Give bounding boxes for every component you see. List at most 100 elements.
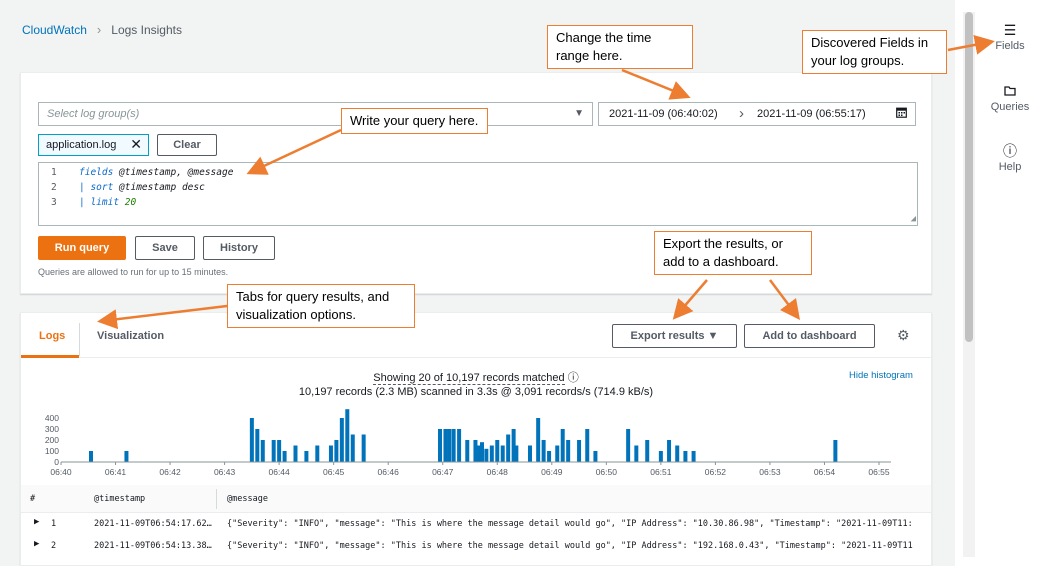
histogram-bar[interactable]	[350, 434, 355, 463]
histogram-bar[interactable]	[514, 445, 519, 463]
remove-token-close-icon[interactable]: ✕	[130, 136, 142, 153]
tab-logs[interactable]: Logs	[39, 330, 65, 342]
scrollbar-thumb[interactable]	[965, 12, 973, 342]
query-editor[interactable]: 1 fields @timestamp, @message 2 | sort @…	[38, 162, 918, 226]
histogram-bar[interactable]	[585, 429, 590, 462]
clear-button[interactable]: Clear	[157, 134, 217, 156]
histogram-bar[interactable]	[451, 429, 456, 462]
x-tick-label: 06:47	[432, 467, 454, 476]
x-tick-label: 06:43	[214, 467, 236, 476]
histogram-bar[interactable]	[334, 440, 339, 462]
histogram-bar[interactable]	[634, 445, 639, 463]
histogram-bar[interactable]	[339, 418, 344, 462]
histogram-bar[interactable]	[489, 445, 494, 463]
histogram-bar[interactable]	[443, 429, 448, 462]
table-row[interactable]: ▶ 1 2021-11-09T06:54:17.62… {"Severity":…	[21, 513, 931, 535]
gear-icon[interactable]: ⚙	[897, 327, 910, 344]
y-tick-label: 200	[45, 435, 59, 445]
histogram-bar[interactable]	[479, 442, 484, 462]
histogram-bar[interactable]	[361, 434, 366, 463]
histogram-bar[interactable]	[566, 440, 571, 462]
histogram-bar[interactable]	[691, 451, 696, 462]
column-header-timestamp[interactable]: @timestamp	[94, 494, 145, 504]
histogram-bar[interactable]	[304, 451, 309, 462]
histogram-bar[interactable]	[457, 429, 462, 462]
histogram-bar[interactable]	[495, 440, 500, 462]
code-line: 3 | limit 20	[39, 197, 917, 212]
histogram-bar[interactable]	[447, 429, 452, 462]
tab-visualization[interactable]: Visualization	[97, 330, 164, 342]
query-args: @timestamp desc	[113, 182, 205, 193]
histogram-bar[interactable]	[645, 440, 650, 462]
histogram-bar[interactable]	[293, 445, 298, 463]
histogram-bar[interactable]	[282, 451, 287, 462]
save-button[interactable]: Save	[135, 236, 195, 260]
histogram-bar[interactable]	[667, 440, 672, 462]
table-row[interactable]: ▶ 2 2021-11-09T06:54:13.38… {"Severity":…	[21, 535, 931, 557]
expand-row-icon[interactable]: ▶	[34, 517, 39, 527]
histogram-bar[interactable]	[506, 434, 511, 463]
calendar-icon[interactable]	[896, 107, 907, 121]
time-range-picker[interactable]: 2021-11-09 (06:40:02) › 2021-11-09 (06:5…	[598, 102, 916, 126]
histogram-bar[interactable]	[438, 429, 443, 462]
resize-handle-icon[interactable]: ◢	[911, 214, 916, 224]
folder-icon	[980, 83, 1040, 99]
histogram-bar[interactable]	[249, 418, 254, 462]
time-range-start: 2021-11-09 (06:40:02)	[609, 108, 718, 120]
histogram-bar[interactable]	[555, 445, 560, 463]
add-to-dashboard-button[interactable]: Add to dashboard	[744, 324, 875, 348]
histogram-bar[interactable]	[547, 451, 552, 462]
line-number: 1	[51, 167, 57, 178]
histogram-bar[interactable]	[683, 451, 688, 462]
row-index: 2	[51, 541, 57, 551]
x-tick-label: 06:45	[323, 467, 345, 476]
records-matched-text: Showing 20 of 10,197 records matched	[373, 372, 565, 385]
histogram-bar[interactable]	[476, 445, 481, 463]
active-tab-indicator	[21, 355, 79, 358]
histogram-bar[interactable]	[484, 448, 489, 462]
histogram-bar[interactable]	[560, 429, 565, 462]
log-group-select[interactable]: Select log group(s) ▼	[38, 102, 593, 126]
code-line: 2 | sort @timestamp desc	[39, 182, 917, 197]
expand-row-icon[interactable]: ▶	[34, 539, 39, 549]
rail-fields-button[interactable]: ☰ Fields	[980, 22, 1040, 52]
histogram-bar[interactable]	[593, 451, 598, 462]
tab-divider	[79, 323, 80, 356]
info-icon[interactable]: ⓘ	[568, 372, 579, 384]
histogram-bar[interactable]	[315, 445, 320, 463]
histogram-bar[interactable]	[465, 440, 470, 462]
histogram-bar[interactable]	[88, 451, 93, 462]
histogram-bar[interactable]	[833, 440, 838, 462]
histogram-bar[interactable]	[345, 409, 350, 462]
histogram-bar[interactable]	[271, 440, 276, 462]
histogram-bar[interactable]	[124, 451, 129, 462]
histogram-bar[interactable]	[527, 445, 532, 463]
history-button[interactable]: History	[203, 236, 275, 260]
histogram-bar[interactable]	[536, 418, 541, 462]
run-query-button[interactable]: Run query	[38, 236, 126, 260]
histogram-bar[interactable]	[658, 451, 663, 462]
hide-histogram-link[interactable]: Hide histogram	[849, 370, 913, 381]
menu-icon: ☰	[1003, 22, 1017, 38]
x-tick-label: 06:53	[759, 467, 781, 476]
breadcrumb-current: Logs Insights	[111, 22, 182, 37]
histogram-bar[interactable]	[328, 445, 333, 463]
export-results-button[interactable]: Export results ▼	[612, 324, 737, 348]
page-scrollbar[interactable]	[963, 12, 975, 557]
breadcrumb-cloudwatch-link[interactable]: CloudWatch	[22, 23, 87, 37]
histogram-bar[interactable]	[277, 440, 282, 462]
histogram-chart: 400300200100006:40 06:41 06:42 06:43 06:44 06…	[45, 409, 891, 476]
histogram-bar[interactable]	[626, 429, 631, 462]
column-header-message[interactable]: @message	[227, 494, 268, 504]
rail-help-button[interactable]: ⓘ Help	[980, 143, 1040, 173]
rail-queries-button[interactable]: Queries	[980, 83, 1040, 113]
info-icon: ⓘ	[1003, 143, 1017, 159]
histogram-bar[interactable]	[541, 440, 546, 462]
histogram-bar[interactable]	[255, 429, 260, 462]
histogram-bar[interactable]	[260, 440, 265, 462]
histogram-bar[interactable]	[675, 445, 680, 463]
histogram-bar[interactable]	[500, 445, 505, 463]
histogram-bar[interactable]	[577, 440, 582, 462]
line-number: 3	[51, 197, 57, 208]
records-showing: Showing 20 of 10,197 records matched ⓘ	[21, 369, 931, 385]
